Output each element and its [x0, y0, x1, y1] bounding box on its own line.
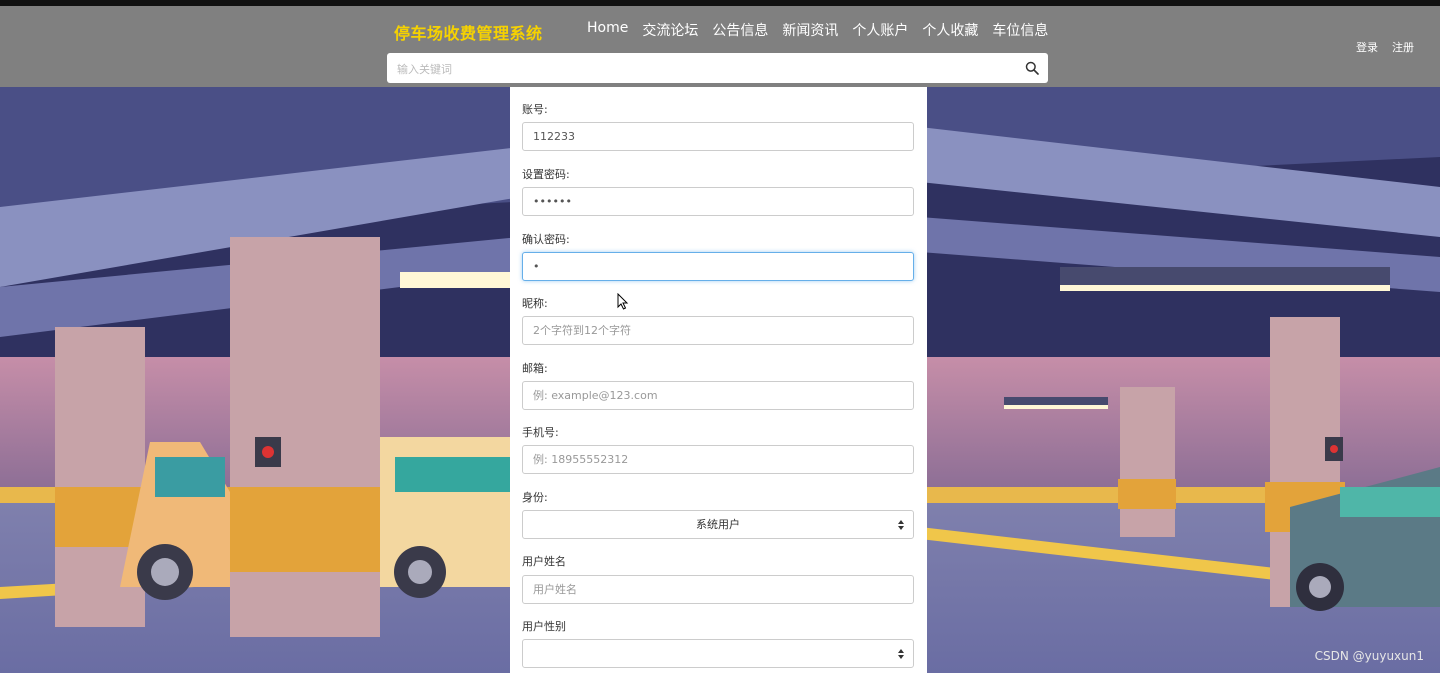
role-label: 身份:	[522, 491, 548, 504]
nav-notice[interactable]: 公告信息	[712, 20, 768, 40]
realname-input[interactable]	[522, 575, 914, 604]
confirm-password-label: 确认密码:	[522, 233, 570, 246]
select-arrows-icon	[898, 649, 904, 659]
phone-label: 手机号:	[522, 426, 559, 439]
password-label: 设置密码:	[522, 168, 570, 181]
search-bar	[387, 53, 1048, 85]
phone-input[interactable]	[522, 445, 914, 474]
email-input[interactable]	[522, 381, 914, 410]
gender-label: 用户性别	[522, 620, 566, 633]
password-input[interactable]	[522, 187, 914, 216]
auth-links: 登录 注册	[1356, 39, 1414, 55]
mouse-cursor-icon	[617, 293, 629, 310]
select-arrows-icon	[898, 520, 904, 530]
nav-forum[interactable]: 交流论坛	[642, 20, 698, 40]
main-nav: Home 交流论坛 公告信息 新闻资讯 个人账户 个人收藏 车位信息	[587, 20, 1048, 40]
account-input[interactable]	[522, 122, 914, 151]
account-label: 账号:	[522, 103, 548, 116]
nickname-label: 昵称:	[522, 297, 548, 310]
nickname-input[interactable]	[522, 316, 914, 345]
nav-favorites[interactable]: 个人收藏	[922, 20, 978, 40]
site-title[interactable]: 停车场收费管理系统	[394, 20, 543, 44]
register-link[interactable]: 注册	[1392, 39, 1414, 55]
confirm-password-input[interactable]	[522, 252, 914, 281]
realname-label: 用户姓名	[522, 555, 566, 568]
nav-account[interactable]: 个人账户	[852, 20, 908, 40]
role-select[interactable]: 系统用户	[522, 510, 914, 539]
search-icon[interactable]	[1025, 61, 1039, 75]
gender-select[interactable]	[522, 639, 914, 668]
role-select-value: 系统用户	[696, 518, 740, 531]
login-link[interactable]: 登录	[1356, 39, 1378, 55]
search-input[interactable]	[395, 53, 1019, 85]
register-form: 账号: 设置密码: 确认密码: 昵称: 邮箱: 手机号: 身份: 系统用户 用户…	[510, 87, 927, 673]
nav-parking-info[interactable]: 车位信息	[992, 20, 1048, 40]
site-header: 停车场收费管理系统 Home 交流论坛 公告信息 新闻资讯 个人账户 个人收藏 …	[0, 6, 1440, 87]
nav-home[interactable]: Home	[587, 20, 628, 40]
email-label: 邮箱:	[522, 362, 548, 375]
nav-news[interactable]: 新闻资讯	[782, 20, 838, 40]
watermark: CSDN @yuyuxun1	[1314, 649, 1424, 663]
